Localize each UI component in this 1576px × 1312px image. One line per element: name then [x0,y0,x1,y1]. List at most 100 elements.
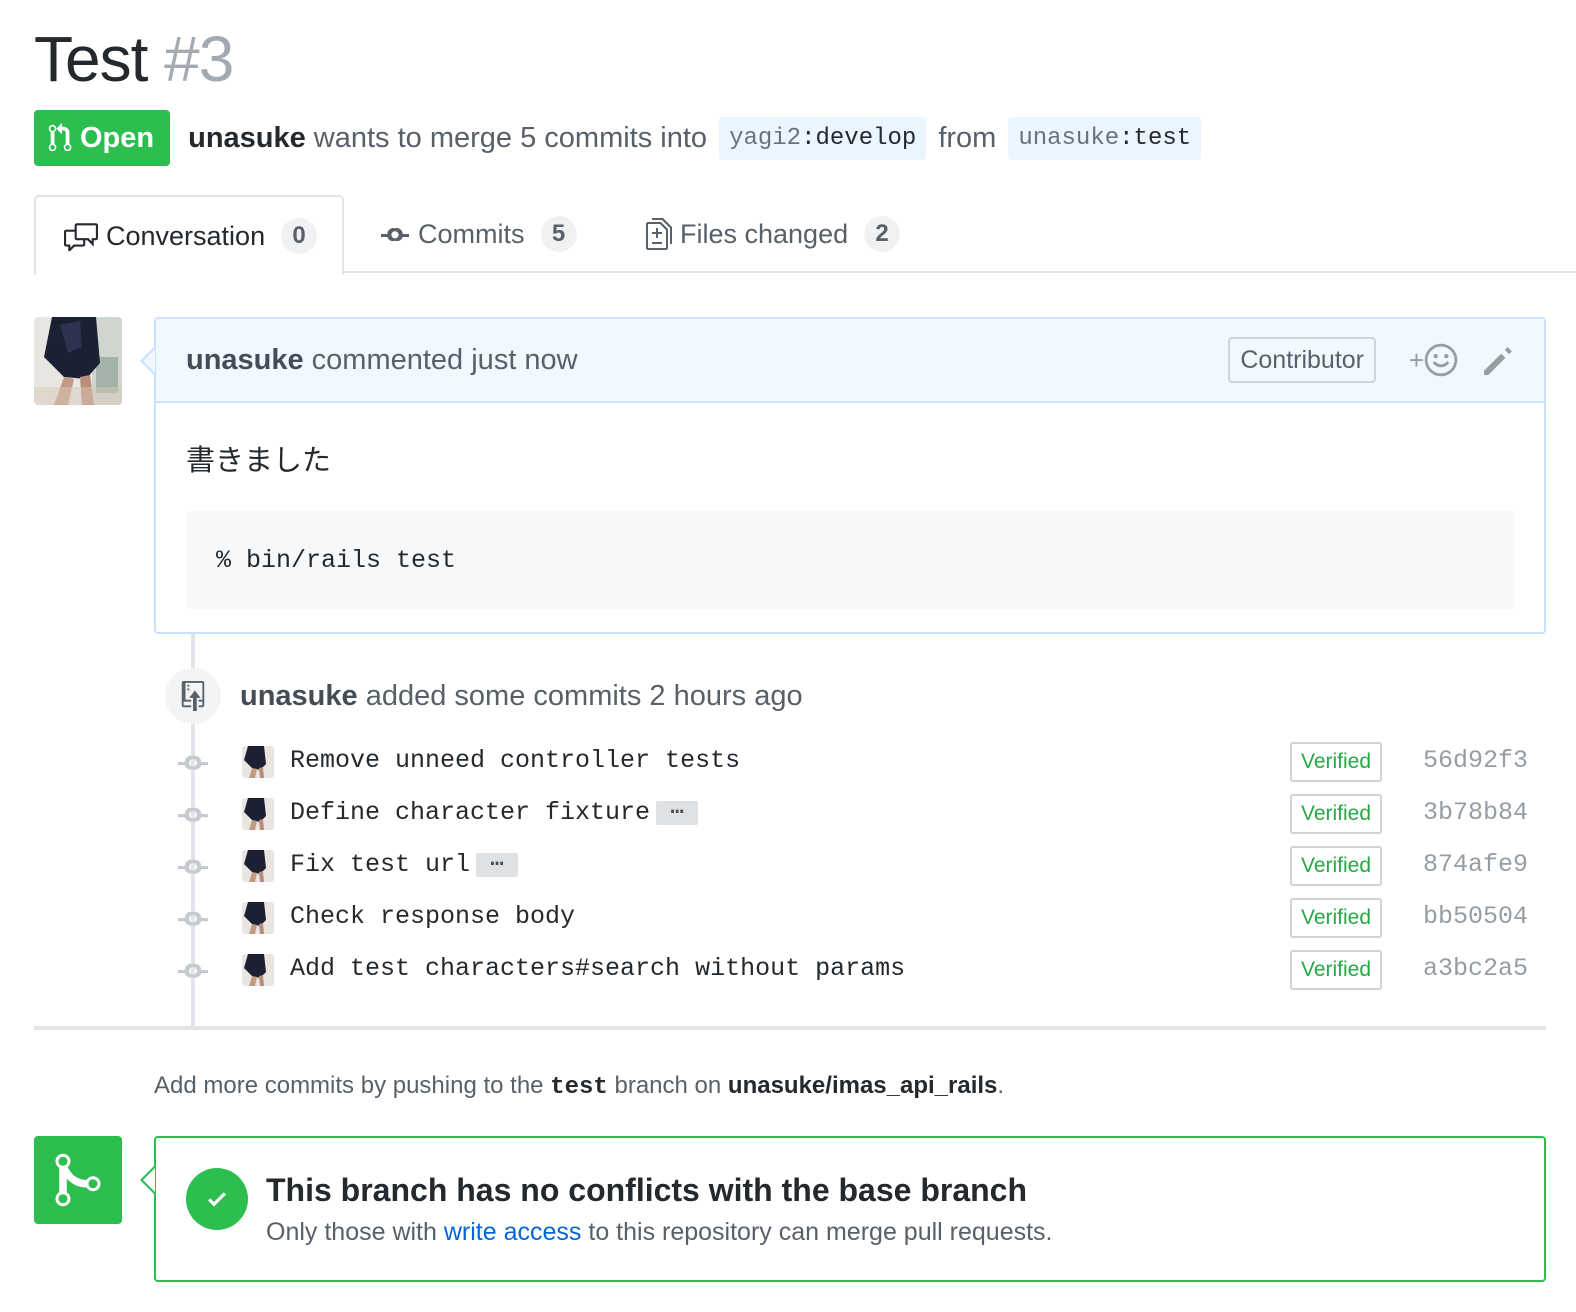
check-icon [208,1192,226,1207]
push-hint-suffix: . [997,1072,1005,1099]
verified-badge[interactable]: Verified [1290,794,1382,834]
comment-author[interactable]: unasuke [186,344,304,377]
event-action: added some commits 2 hours ago [365,680,803,712]
commits-event: unasuke added some commits 2 hours ago [240,680,803,713]
state-badge: Open [34,110,171,166]
push-hint-middle: branch on [614,1072,722,1099]
verified-badge[interactable]: Verified [1290,950,1382,990]
commit-sha[interactable]: 3b78b84 [1423,798,1528,827]
tab-commits-count: 5 [540,216,577,252]
merge-sub-prefix: Only those with [266,1218,437,1246]
commit-row: Check response body Verified bb50504 [178,898,1538,938]
tab-files-label: Files changed [680,218,849,249]
avatar-image [34,317,122,405]
expand-commit-button[interactable] [656,795,699,825]
commit-message-link[interactable]: Check response body [290,902,575,931]
comment-discussion-icon [64,223,98,251]
from-text: from [938,121,997,154]
add-reaction-button[interactable]: + [1409,343,1458,377]
code-block: % bin/rails test [186,511,1514,609]
commit-message: Check response body [290,902,576,931]
pr-state-row: Open unasuke wants to merge 5 commits in… [34,110,1205,166]
verified-badge[interactable]: Verified [1290,846,1382,886]
commit-author-avatar[interactable] [242,954,274,986]
commit-row: Remove unneed controller tests Verified … [178,742,1538,782]
commit-message: Add test characters#search without param… [290,954,906,983]
merge-description: unasuke wants to merge 5 commits into ya… [188,116,1205,160]
pr-title: Test #3 [34,22,234,96]
merge-status-subtext: Only those with write access to this rep… [266,1218,1053,1247]
repo-push-icon [181,681,205,711]
author-avatar[interactable] [34,317,122,405]
commit-sha[interactable]: bb50504 [1423,902,1528,931]
write-access-link[interactable]: write access [444,1218,582,1246]
event-badge [165,668,221,724]
reaction-plus: + [1408,344,1424,375]
head-ref[interactable]: unasuke:test [1008,116,1202,160]
base-branch: develop [815,124,917,152]
commit-author-avatar[interactable] [242,746,274,778]
push-hint: Add more commits by pushing to the test … [154,1072,1004,1101]
commit-author-avatar[interactable] [242,798,274,830]
git-commit-icon [178,911,208,926]
commit-message-link[interactable]: Add test characters#search without param… [290,954,905,983]
event-author[interactable]: unasuke [240,680,358,712]
code-text: % bin/rails test [216,545,457,575]
git-pull-request-icon [48,123,72,152]
commit-author-avatar[interactable] [242,850,274,882]
tab-conversation-label: Conversation [106,220,266,251]
base-user: yagi2 [729,124,802,152]
commit-message-link[interactable]: Define character fixture [290,795,699,827]
commit-message: Define character fixture [290,798,651,827]
commit-message-link[interactable]: Remove unneed controller tests [290,746,740,775]
head-branch: test [1133,124,1192,152]
tab-commits-label: Commits [418,218,525,249]
git-commit-icon [178,859,208,874]
git-merge-icon [55,1153,101,1207]
comment-body: 書きました % bin/rails test [156,403,1544,639]
pencil-icon [1484,347,1512,375]
comment-header: unasuke commented just now Contributor + [156,319,1544,403]
base-ref[interactable]: yagi2:develop [719,116,927,160]
tab-files-changed[interactable]: Files changed 2 [646,195,901,273]
merge-status-box: This branch has no conflicts with the ba… [140,1136,1546,1282]
git-commit-icon [178,807,208,822]
merge-text: wants to merge 5 commits into [313,121,708,154]
commit-sha[interactable]: 56d92f3 [1423,746,1528,775]
push-hint-repo[interactable]: unasuke/imas_api_rails [728,1072,997,1099]
pr-title-text: Test [34,23,148,95]
commit-message: Remove unneed controller tests [290,746,741,775]
commit-message-link[interactable]: Fix test url [290,847,519,879]
comment-action: commented just now [311,343,578,376]
tab-commits[interactable]: Commits 5 [380,195,577,273]
merge-status-heading: This branch has no conflicts with the ba… [266,1172,1028,1208]
tab-conversation[interactable]: Conversation 0 [34,195,344,275]
pr-tabs: Conversation 0 Commits 5 Files changed 2 [34,195,1576,275]
check-circle [186,1168,248,1230]
comment-text: 書きました [186,443,332,477]
commit-sha[interactable]: a3bc2a5 [1423,954,1528,983]
commit-message: Fix test url [290,850,471,879]
verified-badge[interactable]: Verified [1290,742,1382,782]
pr-number: #3 [164,23,234,95]
git-commit-icon [178,963,208,978]
tab-files-count: 2 [864,216,901,252]
push-hint-prefix: Add more commits by pushing to the [154,1072,544,1099]
pr-author-link[interactable]: unasuke [188,122,306,155]
commit-author-avatar[interactable] [242,902,274,934]
edit-comment-button[interactable] [1484,345,1514,383]
head-user: unasuke [1018,124,1120,152]
merge-status-icon-box [34,1136,122,1224]
verified-badge[interactable]: Verified [1290,898,1382,938]
git-commit-icon [178,755,208,770]
git-commit-icon [381,228,409,242]
file-diff-icon [646,218,672,250]
commit-row: Fix test url Verified 874afe9 [178,846,1538,886]
tab-conversation-count: 0 [281,218,318,254]
comment-box: unasuke commented just now Contributor +… [140,317,1546,634]
timeline-divider [34,1026,1546,1030]
commit-sha[interactable]: 874afe9 [1423,850,1528,879]
expand-commit-button[interactable] [476,847,519,877]
smiley-icon [1424,343,1458,377]
push-hint-branch: test [550,1074,608,1101]
